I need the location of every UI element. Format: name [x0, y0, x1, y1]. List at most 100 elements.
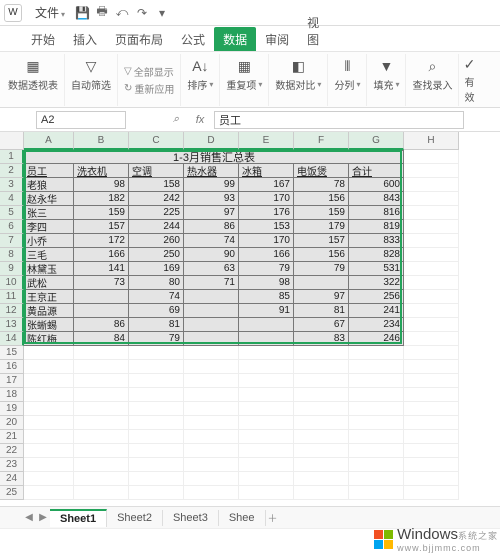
row-head-2[interactable]: 2 [0, 164, 24, 178]
row-head-25[interactable]: 25 [0, 486, 24, 500]
value-cell[interactable]: 78 [294, 178, 349, 192]
empty-cell[interactable] [129, 416, 184, 430]
empty-cell[interactable] [184, 486, 239, 500]
value-cell[interactable]: 819 [349, 220, 404, 234]
empty-cell[interactable] [294, 486, 349, 500]
empty-cell[interactable] [74, 416, 129, 430]
value-cell[interactable]: 244 [129, 220, 184, 234]
menu-file[interactable]: 文件▾ [28, 4, 72, 21]
value-cell[interactable]: 97 [294, 290, 349, 304]
value-cell[interactable]: 816 [349, 206, 404, 220]
value-cell[interactable]: 167 [239, 178, 294, 192]
value-cell[interactable]: 79 [294, 262, 349, 276]
empty-cell[interactable] [184, 360, 239, 374]
empty-cell[interactable] [74, 374, 129, 388]
value-cell[interactable] [294, 276, 349, 290]
col-head-B[interactable]: B [74, 132, 129, 150]
empty-cell[interactable] [24, 458, 74, 472]
empty-cell[interactable] [404, 430, 459, 444]
empty-cell[interactable] [239, 374, 294, 388]
grid[interactable]: 1-3月销售汇总表员工洗衣机空调热水器冰箱电饭煲合计老狼981589916778… [0, 132, 500, 524]
undo-icon[interactable]: ⤺ [115, 5, 129, 20]
empty-cell[interactable] [404, 388, 459, 402]
value-cell[interactable]: 156 [294, 248, 349, 262]
empty-cell[interactable] [349, 486, 404, 500]
empty-cell[interactable] [24, 346, 74, 360]
value-cell[interactable]: 98 [239, 276, 294, 290]
tab-nav-next[interactable]: ▶ [36, 512, 50, 523]
empty-cell[interactable] [129, 360, 184, 374]
empty-cell[interactable] [129, 486, 184, 500]
empty-cell[interactable] [404, 276, 459, 290]
empty-cell[interactable] [129, 346, 184, 360]
value-cell[interactable]: 86 [74, 318, 129, 332]
empty-cell[interactable] [24, 402, 74, 416]
employee-cell[interactable]: 张三 [24, 206, 74, 220]
empty-cell[interactable] [184, 402, 239, 416]
value-cell[interactable]: 166 [74, 248, 129, 262]
sheet-tab-4[interactable]: Shee [219, 510, 266, 526]
employee-cell[interactable]: 张蜥蜴 [24, 318, 74, 332]
empty-cell[interactable] [404, 150, 459, 164]
sheet-tab-3[interactable]: Sheet3 [163, 510, 219, 526]
empty-cell[interactable] [404, 346, 459, 360]
tab-insert[interactable]: 插入 [64, 27, 106, 51]
empty-cell[interactable] [349, 402, 404, 416]
value-cell[interactable]: 69 [129, 304, 184, 318]
tab-formulas[interactable]: 公式 [172, 27, 214, 51]
col-head-D[interactable]: D [184, 132, 239, 150]
empty-cell[interactable] [239, 346, 294, 360]
empty-cell[interactable] [239, 486, 294, 500]
value-cell[interactable]: 80 [129, 276, 184, 290]
empty-cell[interactable] [404, 402, 459, 416]
value-cell[interactable]: 141 [74, 262, 129, 276]
row-head-8[interactable]: 8 [0, 248, 24, 262]
value-cell[interactable] [74, 304, 129, 318]
empty-cell[interactable] [349, 430, 404, 444]
value-cell[interactable]: 234 [349, 318, 404, 332]
empty-cell[interactable] [74, 388, 129, 402]
value-cell[interactable]: 99 [184, 178, 239, 192]
empty-cell[interactable] [184, 458, 239, 472]
empty-cell[interactable] [129, 402, 184, 416]
empty-cell[interactable] [129, 430, 184, 444]
empty-cell[interactable] [404, 374, 459, 388]
empty-cell[interactable] [404, 192, 459, 206]
tab-page-layout[interactable]: 页面布局 [106, 27, 172, 51]
empty-cell[interactable] [74, 472, 129, 486]
empty-cell[interactable] [129, 472, 184, 486]
empty-cell[interactable] [294, 458, 349, 472]
value-cell[interactable]: 85 [239, 290, 294, 304]
empty-cell[interactable] [184, 444, 239, 458]
employee-cell[interactable]: 赵永华 [24, 192, 74, 206]
empty-cell[interactable] [404, 332, 459, 346]
empty-cell[interactable] [294, 402, 349, 416]
row-head-3[interactable]: 3 [0, 178, 24, 192]
search-icon[interactable]: ⌕ [166, 113, 186, 126]
empty-cell[interactable] [239, 360, 294, 374]
empty-cell[interactable] [349, 374, 404, 388]
row-head-24[interactable]: 24 [0, 472, 24, 486]
empty-cell[interactable] [74, 486, 129, 500]
empty-cell[interactable] [294, 444, 349, 458]
col-head-A[interactable]: A [24, 132, 74, 150]
row-head-12[interactable]: 12 [0, 304, 24, 318]
empty-cell[interactable] [294, 430, 349, 444]
empty-cell[interactable] [404, 304, 459, 318]
ribbon-sort-group[interactable]: A↓ 排序▾ [181, 54, 220, 106]
value-cell[interactable]: 79 [239, 262, 294, 276]
empty-cell[interactable] [239, 458, 294, 472]
empty-cell[interactable] [24, 444, 74, 458]
empty-cell[interactable] [404, 220, 459, 234]
col-head-F[interactable]: F [294, 132, 349, 150]
row-head-20[interactable]: 20 [0, 416, 24, 430]
ribbon-split-group[interactable]: ⫴ 分列▾ [328, 54, 367, 106]
employee-cell[interactable]: 小乔 [24, 234, 74, 248]
value-cell[interactable]: 246 [349, 332, 404, 346]
ribbon-dedupe-group[interactable]: ▦ 重复项▾ [220, 54, 269, 106]
empty-cell[interactable] [404, 206, 459, 220]
row-head-10[interactable]: 10 [0, 276, 24, 290]
value-cell[interactable] [74, 290, 129, 304]
col-head-C[interactable]: C [129, 132, 184, 150]
empty-cell[interactable] [24, 416, 74, 430]
